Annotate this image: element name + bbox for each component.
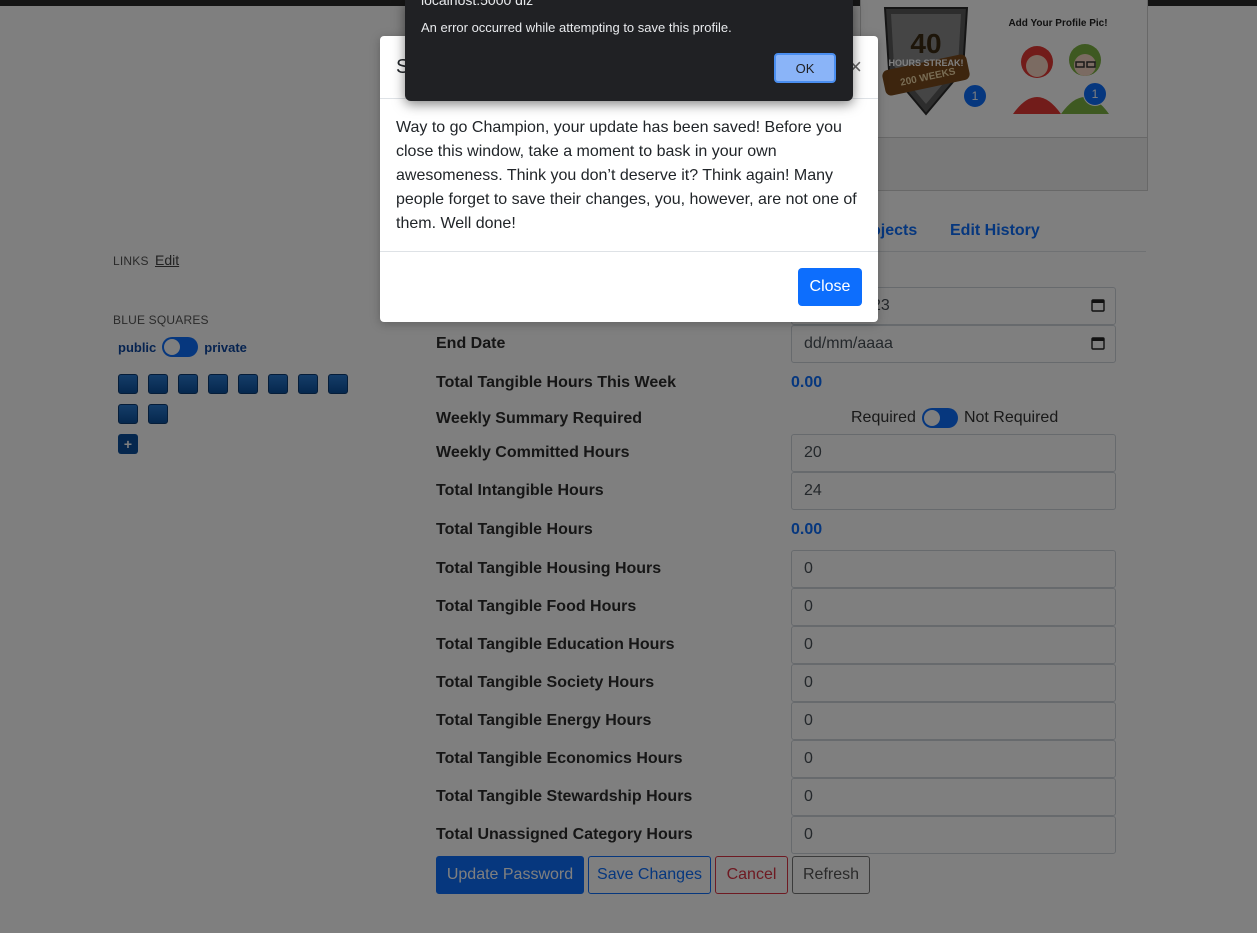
alert-ok-button[interactable]: OK [774, 53, 836, 83]
alert-origin: localhost:5000 diz [421, 0, 534, 8]
modal-close-button[interactable]: Close [798, 268, 862, 306]
modal-body-text: Way to go Champion, your update has been… [396, 119, 857, 232]
browser-alert-dialog: localhost:5000 diz An error occurred whi… [405, 0, 853, 101]
modal-footer-divider [380, 251, 878, 252]
alert-message: An error occurred while attempting to sa… [421, 20, 732, 35]
